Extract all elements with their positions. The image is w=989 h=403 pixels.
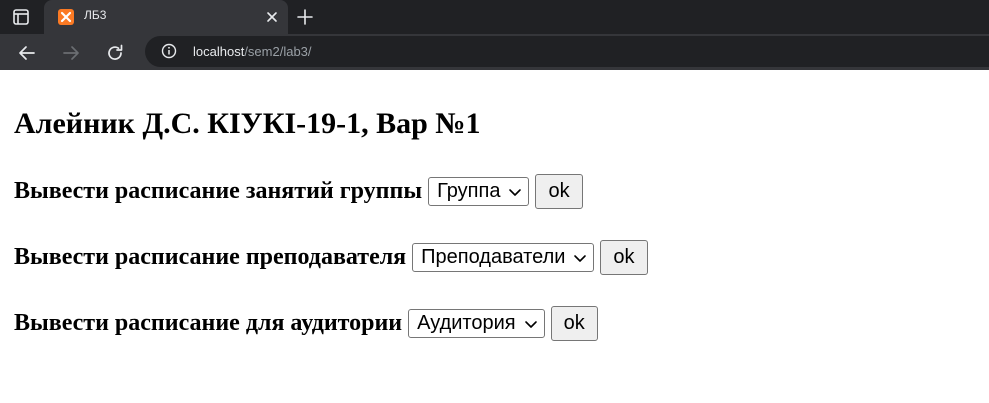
- teacher-select-value: Преподаватели: [421, 246, 566, 268]
- room-select-value: Аудитория: [417, 312, 516, 334]
- back-button[interactable]: [17, 43, 37, 63]
- group-schedule-form: Вывести расписание занятий группы Группа…: [14, 174, 583, 209]
- close-icon: [267, 12, 277, 22]
- info-icon: [161, 43, 177, 59]
- room-select[interactable]: Аудитория: [408, 309, 545, 338]
- room-schedule-label: Вывести расписание для аудитории: [14, 310, 403, 336]
- teacher-select[interactable]: Преподаватели: [412, 243, 595, 272]
- group-schedule-label: Вывести расписание занятий группы: [14, 178, 423, 204]
- arrow-left-icon: [19, 46, 35, 60]
- teacher-schedule-label: Вывести расписание преподавателя: [14, 244, 407, 270]
- chevron-down-icon: [509, 188, 522, 196]
- tab-actions-icon: [13, 9, 29, 25]
- room-ok-button[interactable]: ok: [550, 306, 598, 341]
- chevron-down-icon: [574, 254, 587, 262]
- tab-title: ЛБ3: [84, 8, 107, 22]
- teacher-ok-button[interactable]: ok: [600, 240, 648, 275]
- url-host: localhost: [193, 44, 245, 59]
- arrow-right-icon: [63, 46, 79, 60]
- tab-actions-button[interactable]: [12, 8, 30, 26]
- page-content: Алейник Д.С. КІУКІ-19-1, Вар №1 Вывести …: [14, 104, 974, 341]
- browser-tab[interactable]: ЛБ3: [44, 0, 288, 34]
- address-bar[interactable]: localhost/sem2/lab3/: [145, 36, 989, 67]
- group-select[interactable]: Группа: [428, 177, 530, 206]
- new-tab-button[interactable]: [296, 8, 314, 26]
- browser-toolbar: localhost/sem2/lab3/: [0, 34, 989, 70]
- url-text: localhost/sem2/lab3/: [193, 44, 312, 59]
- site-info-button[interactable]: [161, 43, 177, 59]
- plus-icon: [297, 9, 313, 25]
- xampp-favicon-icon: [58, 9, 74, 25]
- chevron-down-icon: [524, 320, 537, 328]
- teacher-schedule-form: Вывести расписание преподавателя Препода…: [14, 240, 648, 275]
- reload-button[interactable]: [105, 43, 125, 63]
- reload-icon: [108, 44, 123, 60]
- url-path: /sem2/lab3/: [244, 44, 312, 59]
- group-ok-button[interactable]: ok: [535, 174, 583, 209]
- browser-tab-bar: ЛБ3: [0, 0, 989, 34]
- page-title: Алейник Д.С. КІУКІ-19-1, Вар №1: [14, 107, 481, 140]
- forward-button[interactable]: [61, 43, 81, 63]
- room-schedule-form: Вывести расписание для аудитории Аудитор…: [14, 306, 598, 341]
- group-select-value: Группа: [437, 180, 501, 202]
- tab-close-button[interactable]: [264, 9, 280, 25]
